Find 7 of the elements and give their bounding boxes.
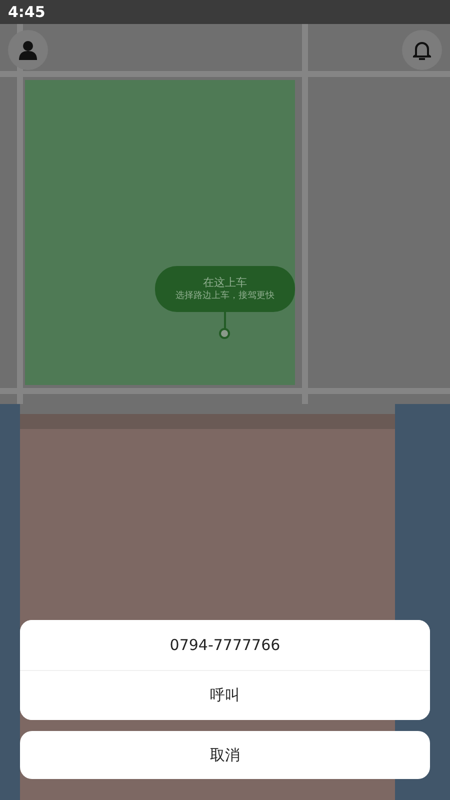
cancel-button[interactable]: 取消: [20, 731, 430, 779]
person-icon: [19, 40, 37, 60]
pickup-title: 在这上车: [202, 276, 248, 290]
call-button[interactable]: 呼叫: [20, 670, 430, 720]
status-time: 4:45: [8, 2, 46, 23]
pickup-hint: 选择路边上车，接驾更快: [174, 290, 276, 302]
bell-icon: [413, 40, 431, 60]
